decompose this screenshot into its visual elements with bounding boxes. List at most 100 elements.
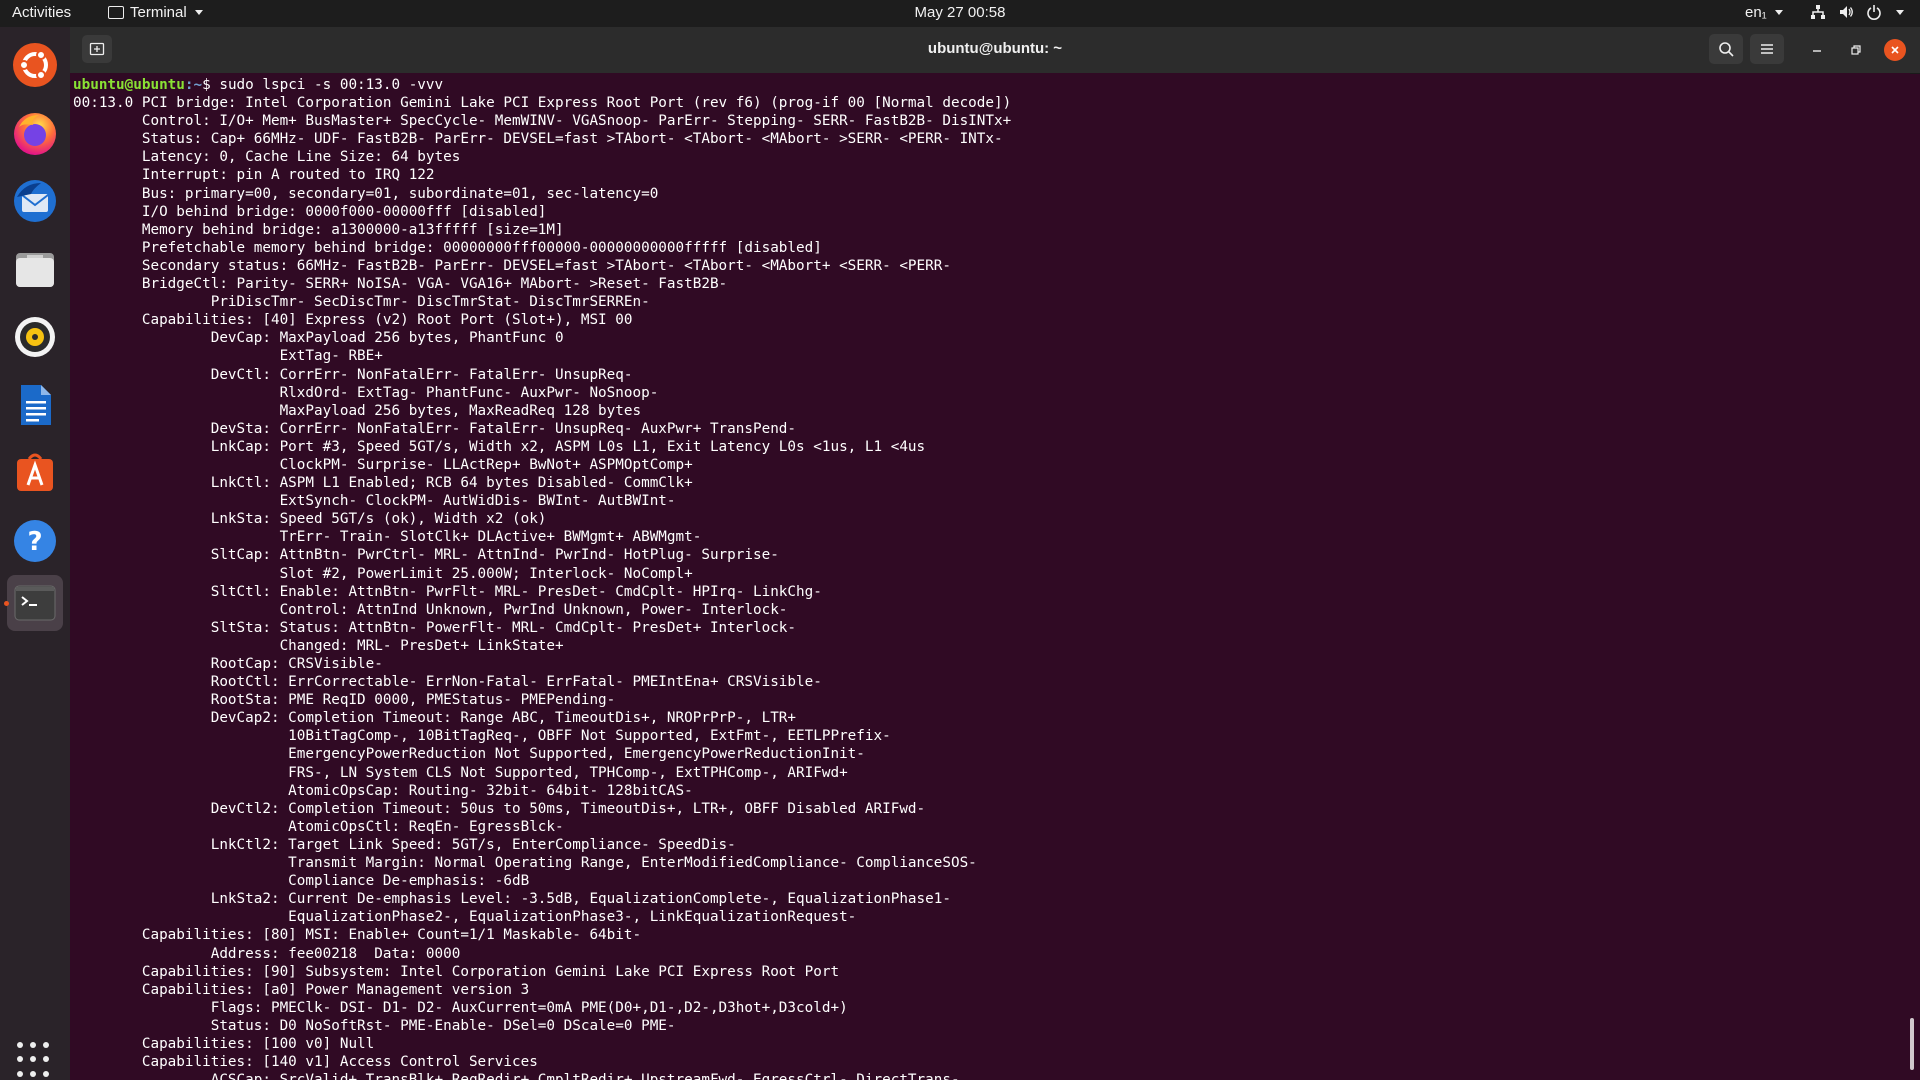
- output-line: LnkCtl: ASPM L1 Enabled; RCB 64 bytes Di…: [73, 475, 693, 492]
- minimize-icon: [1813, 50, 1821, 52]
- language-indicator[interactable]: en₁: [1745, 4, 1783, 21]
- close-icon: [1891, 46, 1899, 54]
- firefox-icon: [14, 113, 56, 155]
- output-line: ExtTag- RBE+: [73, 348, 383, 365]
- clock[interactable]: May 27 00:58: [0, 4, 1920, 21]
- output-line: Capabilities: [80] MSI: Enable+ Count=1/…: [73, 927, 642, 944]
- output-line: LnkSta: Speed 5GT/s (ok), Width x2 (ok): [73, 511, 547, 528]
- output-line: SltCap: AttnBtn- PwrCtrl- MRL- AttnInd- …: [73, 547, 779, 564]
- show-applications-button[interactable]: [17, 1042, 53, 1078]
- ubuntu-logo-icon: [13, 43, 57, 87]
- output-line: Prefetchable memory behind bridge: 00000…: [73, 239, 822, 256]
- chevron-down-icon: [1774, 10, 1783, 15]
- output-line: ClockPM- Surprise- LLActRep+ BwNot+ ASPM…: [73, 456, 693, 473]
- output-line: Latency: 0, Cache Line Size: 64 bytes: [73, 149, 461, 166]
- dock-item-writer[interactable]: [7, 377, 63, 433]
- language-label: en₁: [1745, 4, 1767, 21]
- output-line: Changed: MRL- PresDet+ LinkState+: [73, 637, 564, 654]
- output-line: LnkCtl2: Target Link Speed: 5GT/s, Enter…: [73, 836, 736, 853]
- output-line: DevCap2: Completion Timeout: Range ABC, …: [73, 710, 797, 727]
- search-button[interactable]: [1709, 34, 1743, 64]
- output-line: PriDiscTmr- SecDiscTmr- DiscTmrStat- Dis…: [73, 294, 650, 311]
- output-line: DevCtl: CorrErr- NonFatalErr- FatalErr- …: [73, 366, 633, 383]
- output-line: Capabilities: [100 v0] Null: [73, 1035, 375, 1052]
- restore-icon: [1851, 45, 1861, 55]
- output-line: Capabilities: [40] Express (v2) Root Por…: [73, 312, 633, 329]
- output-line: TrErr- Train- SlotClk+ DLActive+ BWMgmt+…: [73, 529, 702, 546]
- command-line: ubuntu@ubuntu:~$ sudo lspci -s 00:13.0 -…: [73, 76, 1910, 94]
- output-line: EqualizationPhase2-, EqualizationPhase3-…: [73, 909, 857, 926]
- output-line: FRS-, LN System CLS Not Supported, TPHCo…: [73, 764, 848, 781]
- output-line: 10BitTagComp-, 10BitTagReq-, OBFF Not Su…: [73, 728, 891, 745]
- output-line: Compliance De-emphasis: -6dB: [73, 873, 530, 890]
- dock-item-terminal[interactable]: [4, 575, 63, 631]
- output-line: Capabilities: [90] Subsystem: Intel Corp…: [73, 963, 840, 980]
- output-line: BridgeCtl: Parity- SERR+ NoISA- VGA- VGA…: [73, 276, 728, 293]
- output-line: Control: I/O+ Mem+ BusMaster+ SpecCycle-…: [73, 113, 1012, 130]
- maximize-button[interactable]: [1845, 39, 1867, 61]
- scrollbar[interactable]: [1910, 1018, 1914, 1070]
- output-line: Transmit Margin: Normal Operating Range,…: [73, 855, 977, 872]
- output-line: DevSta: CorrErr- NonFatalErr- FatalErr- …: [73, 420, 797, 437]
- writer-document-icon: [21, 385, 51, 425]
- output-line: MaxPayload 256 bytes, MaxReadReq 128 byt…: [73, 402, 642, 419]
- dock-item-firefox[interactable]: [7, 105, 63, 161]
- output-line: Flags: PMEClk- DSI- D1- D2- AuxCurrent=0…: [73, 999, 848, 1016]
- output-line: Status: D0 NoSoftRst- PME-Enable- DSel=0…: [73, 1017, 676, 1034]
- output-line: AtomicOpsCtl: ReqEn- EgressBlck-: [73, 818, 564, 835]
- running-indicator: [4, 601, 9, 606]
- thunderbird-icon: [14, 180, 56, 222]
- power-icon: [1867, 5, 1881, 20]
- dock-item-files[interactable]: [7, 241, 63, 297]
- svg-text:?: ?: [27, 527, 42, 557]
- command-text: $ sudo lspci -s 00:13.0 -vvv: [202, 77, 444, 93]
- volume-icon: [1840, 6, 1853, 18]
- hamburger-menu-icon: [1761, 44, 1773, 54]
- output-line: SltCtl: Enable: AttnBtn- PwrFlt- MRL- Pr…: [73, 583, 822, 600]
- clock-label: May 27 00:58: [914, 4, 1006, 21]
- output-line: DevCtl2: Completion Timeout: 50us to 50m…: [73, 800, 926, 817]
- output-line: ExtSynch- ClockPM- AutWidDis- BWInt- Aut…: [73, 493, 676, 510]
- output-line: Slot #2, PowerLimit 25.000W; Interlock- …: [73, 565, 693, 582]
- terminal-icon: [14, 585, 56, 621]
- output-line: EmergencyPowerReduction Not Supported, E…: [73, 746, 865, 763]
- window-title: ubuntu@ubuntu: ~: [927, 40, 1063, 57]
- dock-item-rhythmbox[interactable]: [7, 309, 63, 365]
- dock-item-help[interactable]: ?: [7, 513, 63, 569]
- output-line: LnkSta2: Current De-emphasis Level: -3.5…: [73, 891, 951, 908]
- menu-button[interactable]: [1750, 34, 1784, 64]
- terminal-header-bar: ubuntu@ubuntu: ~: [70, 27, 1920, 74]
- files-icon: [16, 253, 54, 287]
- output-line: RootCap: CRSVisible-: [73, 656, 383, 672]
- output-line: Secondary status: 66MHz- FastB2B- ParErr…: [73, 257, 951, 274]
- output-line: Capabilities: [140 v1] Access Control Se…: [73, 1054, 538, 1071]
- output-line: AtomicOpsCap: Routing- 32bit- 64bit- 128…: [73, 782, 693, 799]
- output-line: RootSta: PME ReqID 0000, PMEStatus- PMEP…: [73, 692, 616, 709]
- output-line: LnkCap: Port #3, Speed 5GT/s, Width x2, …: [73, 438, 926, 455]
- system-tray[interactable]: [1810, 4, 1904, 20]
- output-line: RlxdOrd- ExtTag- PhantFunc- AuxPwr- NoSn…: [73, 384, 659, 401]
- output-line: 00:13.0 PCI bridge: Intel Corporation Ge…: [73, 95, 1012, 112]
- output-line: Status: Cap+ 66MHz- UDF- FastB2B- ParErr…: [73, 131, 1003, 148]
- output-line: I/O behind bridge: 0000f000-00000fff [di…: [73, 203, 547, 220]
- prompt-path: :~: [184, 77, 203, 93]
- output-line: Address: fee00218 Data: 0000: [73, 945, 461, 962]
- output-line: Capabilities: [a0] Power Management vers…: [73, 981, 530, 998]
- output-line: Bus: primary=00, secondary=01, subordina…: [73, 185, 659, 202]
- software-store-icon: [17, 453, 53, 491]
- close-button[interactable]: [1884, 39, 1906, 61]
- dock-item-ubuntu[interactable]: [7, 37, 63, 93]
- output-line: SltSta: Status: AttnBtn- PowerFlt- MRL- …: [73, 619, 797, 636]
- chevron-down-icon: [1896, 9, 1904, 15]
- output-line: Memory behind bridge: a1300000-a13fffff …: [73, 221, 564, 238]
- output-line: ACSCap: SrcValid+ TransBlk+ ReqRedir+ Cm…: [73, 1071, 1910, 1080]
- dock-item-thunderbird[interactable]: [7, 173, 63, 229]
- dock: ?: [0, 27, 70, 1080]
- output-line: RootCtl: ErrCorrectable- ErrNon-Fatal- E…: [73, 674, 822, 691]
- network-icon: [1811, 5, 1825, 19]
- output-line: DevCap: MaxPayload 256 bytes, PhantFunc …: [73, 330, 564, 347]
- output-line: Control: AttnInd Unknown, PwrInd Unknown…: [73, 601, 788, 618]
- terminal-output[interactable]: ubuntu@ubuntu:~$ sudo lspci -s 00:13.0 -…: [70, 73, 1910, 1080]
- dock-item-software[interactable]: [7, 445, 63, 501]
- minimize-button[interactable]: [1806, 39, 1828, 61]
